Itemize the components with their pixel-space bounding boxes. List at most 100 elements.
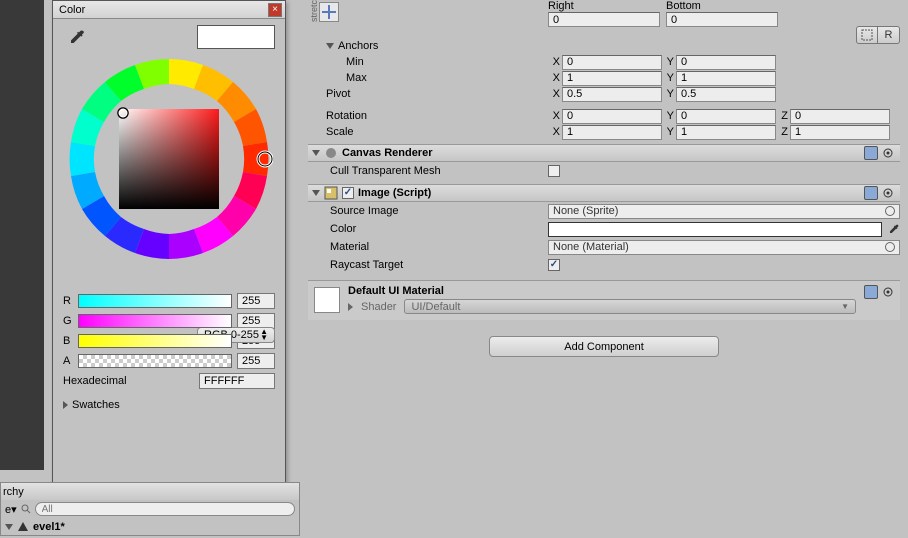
right-label: Right <box>548 0 664 12</box>
hex-input[interactable] <box>199 373 275 389</box>
help-icon[interactable] <box>864 146 878 160</box>
scene-name: evel1* <box>33 521 65 533</box>
foldout-arrow-icon <box>312 190 320 196</box>
object-picker-icon[interactable] <box>885 206 895 216</box>
scene-viewport-edge <box>0 0 44 470</box>
scale-z[interactable] <box>790 125 890 140</box>
help-icon[interactable] <box>864 186 878 200</box>
anchors-min-label: Min <box>346 56 548 68</box>
channel-r-input[interactable] <box>237 293 275 309</box>
unity-logo-icon <box>17 521 29 533</box>
image-component-title: Image (Script) <box>358 187 431 199</box>
hierarchy-search-input[interactable] <box>35 502 295 516</box>
swatches-label: Swatches <box>72 399 120 411</box>
image-color-field[interactable] <box>548 222 882 237</box>
channel-b-label: B <box>63 335 73 347</box>
bottom-field[interactable] <box>666 12 778 27</box>
canvas-renderer-title: Canvas Renderer <box>342 147 433 159</box>
chevron-down-icon: ▼ <box>841 302 849 311</box>
cull-mesh-checkbox[interactable] <box>548 165 560 177</box>
add-component-button[interactable]: Add Component <box>489 336 719 357</box>
swatches-foldout[interactable]: Swatches <box>63 399 275 411</box>
eyedropper-button[interactable] <box>63 25 91 49</box>
channel-r-label: R <box>63 295 73 307</box>
foldout-arrow-icon[interactable] <box>348 303 353 311</box>
material-value: None (Material) <box>553 241 629 253</box>
bottom-label: Bottom <box>666 0 782 12</box>
create-dropdown[interactable]: e▾ <box>5 503 17 516</box>
color-picker-window: Color × <box>52 0 286 491</box>
anchors-max-x[interactable] <box>562 71 662 86</box>
pivot-y[interactable] <box>676 87 776 102</box>
gear-icon[interactable] <box>882 286 894 298</box>
anchors-max-y[interactable] <box>676 71 776 86</box>
foldout-arrow-icon <box>63 401 68 409</box>
canvas-renderer-header[interactable]: Canvas Renderer <box>308 144 900 162</box>
current-color-swatch <box>197 25 275 49</box>
pivot-label: Pivot <box>326 88 548 100</box>
inspector-panel: stretc Right Bottom R Anchors <box>308 0 908 538</box>
object-picker-icon[interactable] <box>885 242 895 252</box>
rotation-label: Rotation <box>326 110 548 122</box>
source-image-value: None (Sprite) <box>553 205 618 217</box>
hierarchy-tab-label: rchy <box>3 486 24 498</box>
material-label: Material <box>330 241 548 253</box>
anchors-max-label: Max <box>346 72 548 84</box>
rotation-x[interactable] <box>562 109 662 124</box>
raycast-checkbox[interactable] <box>548 259 560 271</box>
channel-a-label: A <box>63 355 73 367</box>
anchors-min-x[interactable] <box>562 55 662 70</box>
eyedropper-icon[interactable] <box>888 223 900 235</box>
channel-r-slider[interactable] <box>78 294 232 308</box>
color-picker-title: Color <box>56 4 268 16</box>
help-icon[interactable] <box>864 285 878 299</box>
gear-icon[interactable] <box>882 187 894 199</box>
color-wheel[interactable] <box>65 55 273 263</box>
canvas-renderer-icon <box>324 146 338 160</box>
chevron-updown-icon: ▲▼ <box>260 329 268 341</box>
stretch-label: stretc <box>309 0 319 22</box>
foldout-arrow-icon <box>326 43 334 49</box>
gear-icon[interactable] <box>882 147 894 159</box>
hierarchy-scene-row[interactable]: evel1* <box>0 518 300 536</box>
channel-b-slider[interactable] <box>78 334 232 348</box>
rotation-y[interactable] <box>676 109 776 124</box>
scale-x[interactable] <box>562 125 662 140</box>
image-component-header[interactable]: Image (Script) <box>308 184 900 202</box>
shader-value: UI/Default <box>411 301 460 313</box>
hex-label: Hexadecimal <box>63 375 199 387</box>
channel-a-slider[interactable] <box>78 354 232 368</box>
source-image-field[interactable]: None (Sprite) <box>548 204 900 219</box>
rotation-z[interactable] <box>790 109 890 124</box>
material-preview <box>314 287 340 313</box>
material-field[interactable]: None (Material) <box>548 240 900 255</box>
scale-label: Scale <box>326 126 548 138</box>
eyedropper-icon <box>68 28 86 46</box>
close-icon[interactable]: × <box>268 3 282 17</box>
scale-y[interactable] <box>676 125 776 140</box>
cull-mesh-label: Cull Transparent Mesh <box>330 165 548 177</box>
anchors-foldout[interactable]: Anchors <box>308 38 900 54</box>
material-name: Default UI Material <box>348 285 856 297</box>
source-image-label: Source Image <box>330 205 548 217</box>
anchors-min-y[interactable] <box>676 55 776 70</box>
shader-label: Shader <box>361 301 396 313</box>
hierarchy-toolbar: e▾ <box>0 500 300 518</box>
pivot-x[interactable] <box>562 87 662 102</box>
anchor-preset-button[interactable] <box>319 2 339 22</box>
raycast-label: Raycast Target <box>330 259 548 271</box>
right-field[interactable] <box>548 12 660 27</box>
anchors-label: Anchors <box>338 40 378 52</box>
shader-dropdown[interactable]: UI/Default ▼ <box>404 299 856 314</box>
channel-g-slider[interactable] <box>78 314 232 328</box>
material-block: Default UI Material Shader UI/Default ▼ <box>308 280 900 320</box>
image-enabled-checkbox[interactable] <box>342 187 354 199</box>
channel-g-label: G <box>63 315 73 327</box>
hierarchy-tab[interactable]: rchy <box>0 482 300 500</box>
image-component-icon <box>324 186 338 200</box>
foldout-arrow-icon <box>312 150 320 156</box>
color-picker-titlebar[interactable]: Color × <box>53 1 285 19</box>
foldout-arrow-icon <box>5 524 13 530</box>
search-icon <box>21 504 31 514</box>
channel-a-input[interactable] <box>237 353 275 369</box>
